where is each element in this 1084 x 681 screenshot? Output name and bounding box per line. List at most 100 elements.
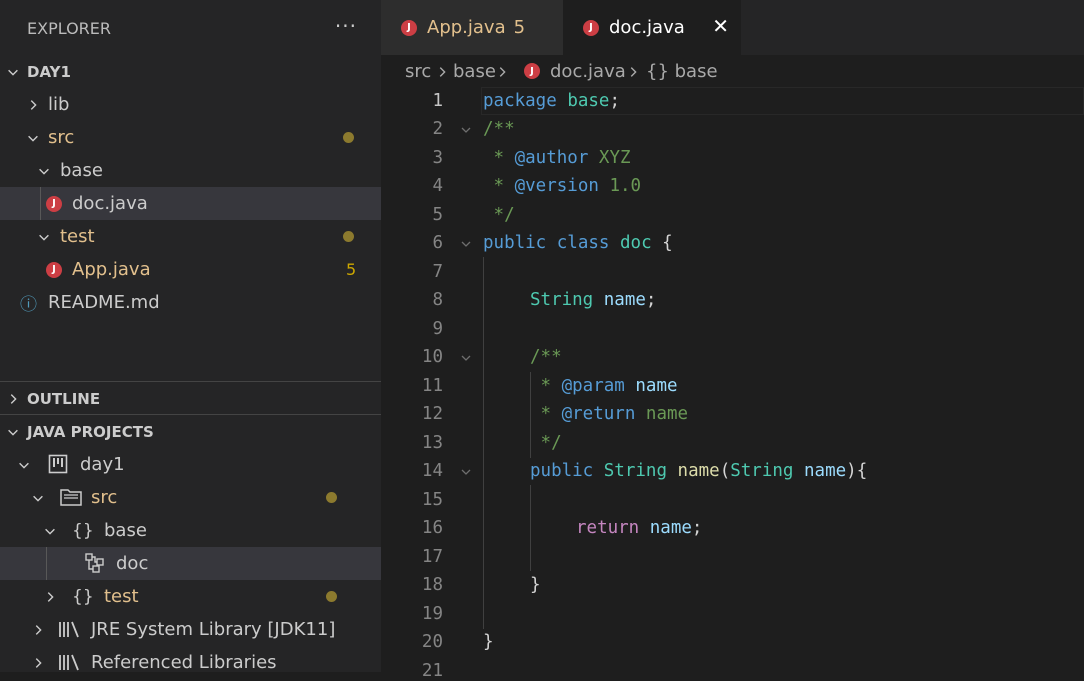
tree-item-doc-java[interactable]: J doc.java xyxy=(0,187,381,220)
project-day1[interactable]: day1 xyxy=(0,448,381,481)
java-file-icon: J xyxy=(401,19,417,36)
variable: name xyxy=(603,290,646,310)
workspace-label: DAY1 xyxy=(27,62,71,81)
tree-item-app-java[interactable]: J App.java 5 xyxy=(0,253,381,286)
line-number: 7 xyxy=(432,262,443,282)
comment: * xyxy=(483,148,515,168)
chevron-right-icon xyxy=(434,64,450,80)
breadcrumb-base[interactable]: base xyxy=(453,61,496,82)
keyword: class xyxy=(556,233,610,253)
identifier: base xyxy=(567,91,610,111)
project-label: test xyxy=(104,586,139,607)
code-line: /** xyxy=(483,119,515,139)
function: name xyxy=(677,461,720,481)
line-number: 14 xyxy=(421,461,443,481)
punct: } xyxy=(530,575,541,595)
workspace-header[interactable]: DAY1 xyxy=(0,55,381,88)
class-doc[interactable]: doc xyxy=(0,547,381,580)
tab-doc-java[interactable]: J doc.java ✕ xyxy=(563,0,741,55)
outline-title: OUTLINE xyxy=(27,389,101,408)
keyword: public xyxy=(530,461,594,481)
java-projects-title: JAVA PROJECTS xyxy=(27,422,154,441)
more-actions-icon[interactable]: ··· xyxy=(335,14,357,38)
code-line: */ xyxy=(483,205,515,225)
type: String xyxy=(530,290,594,310)
tree-item-readme[interactable]: ⓘ README.md xyxy=(0,286,381,319)
code-line: * @return name xyxy=(530,404,689,424)
line-number: 6 xyxy=(432,233,443,253)
close-icon[interactable]: ✕ xyxy=(712,14,729,38)
code-line: return name; xyxy=(576,518,702,538)
problem-count-badge: 5 xyxy=(513,17,526,38)
type: String xyxy=(730,461,794,481)
code-line: public class doc { xyxy=(483,233,673,253)
chevron-down-icon xyxy=(25,130,41,146)
package-base[interactable]: {} base xyxy=(0,514,381,547)
fold-chevron-icon[interactable] xyxy=(460,466,472,478)
code-line: public String name(String name){ xyxy=(530,461,867,481)
tree-item-test[interactable]: test xyxy=(0,220,381,253)
punct: ; xyxy=(691,518,703,538)
project-icon xyxy=(48,454,68,479)
code-editor[interactable]: 1 2 3 4 5 6 7 8 9 10 11 12 13 14 15 16 1… xyxy=(381,87,1084,681)
fold-chevron-icon[interactable] xyxy=(460,352,472,364)
chevron-right-icon xyxy=(625,64,641,80)
keyword: public xyxy=(483,233,547,253)
project-label: doc xyxy=(116,553,149,574)
doc-tag: @param xyxy=(561,376,625,396)
comment: XYZ xyxy=(588,148,631,168)
java-file-icon: J xyxy=(46,261,62,278)
variable: name xyxy=(649,518,692,538)
line-number: 20 xyxy=(421,632,443,652)
line-number: 11 xyxy=(421,376,443,396)
project-src[interactable]: src xyxy=(0,481,381,514)
tab-app-java[interactable]: J App.java 5 xyxy=(381,0,563,55)
breadcrumb-src[interactable]: src xyxy=(405,61,431,82)
tree-item-lib[interactable]: lib xyxy=(0,88,381,121)
comment: */ xyxy=(530,433,562,453)
variable: name xyxy=(635,376,678,396)
tree-item-label: README.md xyxy=(48,292,160,313)
code-line: * @version 1.0 xyxy=(483,176,642,196)
line-number: 15 xyxy=(421,490,443,510)
chevron-right-icon xyxy=(30,622,46,638)
punct: { xyxy=(651,233,673,253)
editor-area: J App.java 5 J doc.java ✕ src base J doc… xyxy=(381,0,1084,681)
chevron-down-icon xyxy=(5,424,21,440)
tree-item-src[interactable]: src xyxy=(0,121,381,154)
fold-chevron-icon[interactable] xyxy=(460,124,472,136)
breadcrumb-symbol[interactable]: {} base xyxy=(646,61,718,82)
java-file-icon: J xyxy=(583,19,599,36)
indent-guide xyxy=(46,547,47,580)
referenced-libraries[interactable]: Referenced Libraries xyxy=(0,646,381,672)
line-number: 10 xyxy=(421,347,443,367)
line-number: 19 xyxy=(421,604,443,624)
java-projects-header[interactable]: JAVA PROJECTS xyxy=(0,415,381,448)
line-number: 21 xyxy=(421,661,443,681)
indent-guide xyxy=(40,187,41,220)
breadcrumb-file[interactable]: doc.java xyxy=(550,61,626,82)
comment: * xyxy=(483,176,515,196)
punct: ; xyxy=(645,290,657,310)
code-line: * @author XYZ xyxy=(483,148,631,168)
project-label: src xyxy=(91,487,118,508)
fold-chevron-icon[interactable] xyxy=(460,238,472,250)
package-test[interactable]: {} test xyxy=(0,580,381,613)
problem-count-badge: 5 xyxy=(346,260,357,279)
explorer-header: EXPLORER ··· xyxy=(0,0,381,56)
modified-dot xyxy=(343,231,354,242)
line-number: 1 xyxy=(432,91,443,111)
tree-item-base[interactable]: base xyxy=(0,154,381,187)
outline-header[interactable]: OUTLINE xyxy=(0,382,381,415)
line-number: 4 xyxy=(432,176,443,196)
project-label: day1 xyxy=(80,454,125,475)
chevron-right-icon xyxy=(5,391,21,407)
chevron-right-icon xyxy=(42,589,58,605)
type: String xyxy=(603,461,667,481)
line-number: 17 xyxy=(421,547,443,567)
explorer-title: EXPLORER xyxy=(27,18,111,38)
jre-library[interactable]: JRE System Library [JDK11] xyxy=(0,613,381,646)
